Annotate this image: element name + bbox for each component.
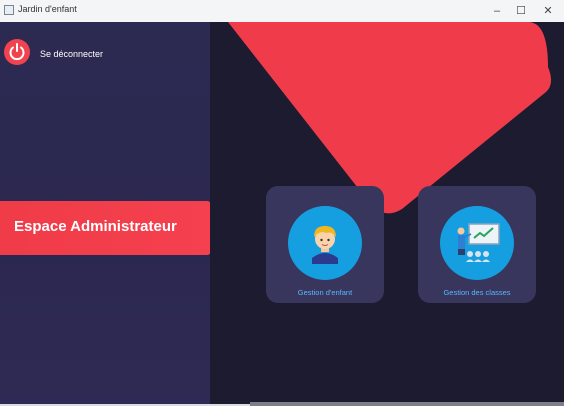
minimize-button[interactable]: – <box>486 2 508 20</box>
class-management-label: Gestion des classes <box>443 288 511 297</box>
app-window: Jardin d'enfant – ☐ ✕ Se déconnecter Esp… <box>0 0 564 404</box>
window-title: Jardin d'enfant <box>18 4 77 14</box>
maximize-button[interactable]: ☐ <box>510 2 532 20</box>
teacher-board-icon <box>440 206 514 280</box>
sidebar: Se déconnecter Espace Administrateur <box>0 22 211 404</box>
child-management-label: Gestion d'enfant <box>297 288 353 297</box>
status-bar-strip <box>250 402 564 406</box>
admin-space-title: Espace Administrateur <box>14 218 177 235</box>
admin-space-banner: Espace Administrateur <box>0 201 211 255</box>
close-button[interactable]: ✕ <box>537 2 559 20</box>
power-icon[interactable] <box>4 39 30 65</box>
logout-link[interactable]: Se déconnecter <box>40 49 103 59</box>
child-management-card[interactable]: Gestion d'enfant <box>266 186 384 303</box>
child-avatar-icon <box>288 206 362 280</box>
class-management-card[interactable]: Gestion des classes <box>418 186 536 303</box>
app-icon <box>4 5 14 15</box>
title-bar: Jardin d'enfant – ☐ ✕ <box>0 0 564 23</box>
main-panel: Gestion d'enfant Gestion des classes <box>210 22 564 404</box>
